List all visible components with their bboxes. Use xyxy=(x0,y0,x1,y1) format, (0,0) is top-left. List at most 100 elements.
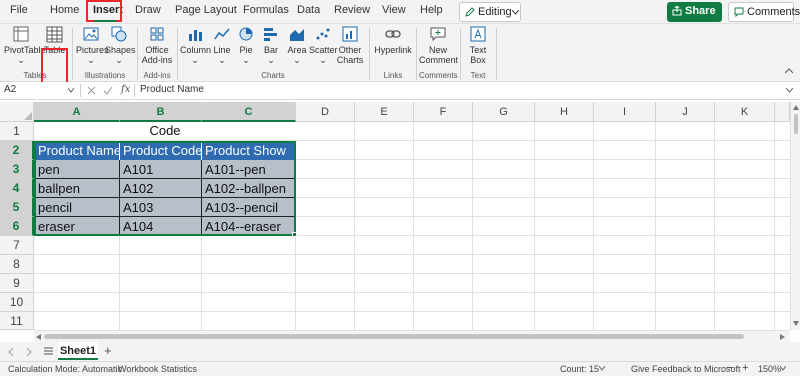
line-chart-button[interactable]: Line ⌄ xyxy=(210,24,234,68)
column-header-f[interactable]: F xyxy=(414,102,473,122)
shapes-button[interactable]: Shapes ⌄ xyxy=(105,24,136,68)
tab-file[interactable]: File xyxy=(10,4,28,16)
fill-handle[interactable] xyxy=(292,232,297,237)
other-charts-button[interactable]: Other Charts xyxy=(335,24,365,68)
table-cell[interactable]: pencil xyxy=(35,198,120,217)
text-box-button[interactable]: Text Box xyxy=(463,24,493,68)
vertical-scrollbar[interactable] xyxy=(790,102,800,330)
tab-help[interactable]: Help xyxy=(420,4,443,16)
cancel-icon[interactable] xyxy=(87,86,96,95)
zoom-in-button[interactable]: + xyxy=(742,362,748,374)
chevron-down-icon[interactable] xyxy=(786,88,793,93)
table-header-cell[interactable]: Product Code xyxy=(120,141,202,160)
chevron-left-icon[interactable] xyxy=(8,348,14,356)
sheet-tab-sheet1[interactable]: Sheet1 xyxy=(58,342,98,360)
row-header-9[interactable]: 9 xyxy=(0,274,34,293)
table-header-cell[interactable]: Product Name xyxy=(35,141,120,160)
hyperlink-button[interactable]: Hyperlink xyxy=(373,24,413,68)
tab-page-layout[interactable]: Page Layout xyxy=(175,4,237,16)
title-cell[interactable]: Code xyxy=(34,122,296,140)
table-cell[interactable]: A104 xyxy=(120,217,202,236)
row-header-6[interactable]: 6 xyxy=(0,217,34,236)
horizontal-scrollbar[interactable] xyxy=(34,330,790,342)
ribbon-separator xyxy=(177,28,178,80)
scroll-down-icon[interactable] xyxy=(793,321,799,326)
chevron-down-icon[interactable] xyxy=(599,366,605,371)
table-cell[interactable]: eraser xyxy=(35,217,120,236)
add-sheet-button[interactable]: + xyxy=(104,343,112,358)
table-cell[interactable]: A103 xyxy=(120,198,202,217)
share-button[interactable]: Share xyxy=(667,2,722,22)
row-header-3[interactable]: 3 xyxy=(0,160,34,179)
row-header-11[interactable]: 11 xyxy=(0,312,34,330)
column-header-b[interactable]: B xyxy=(120,102,202,122)
row-header-8[interactable]: 8 xyxy=(0,255,34,274)
tab-formulas[interactable]: Formulas xyxy=(243,4,289,16)
chevron-down-icon[interactable] xyxy=(780,366,786,371)
formula-input[interactable]: Product Name xyxy=(140,84,204,95)
shapes-label: Shapes xyxy=(105,45,136,55)
row-header-1[interactable]: 1 xyxy=(0,122,34,141)
workbook-statistics[interactable]: Workbook Statistics xyxy=(118,364,197,374)
collapse-ribbon-icon[interactable] xyxy=(785,68,793,74)
table-cell[interactable]: A101--pen xyxy=(202,160,295,179)
zoom-level[interactable]: 150% xyxy=(758,364,781,374)
select-all-corner[interactable] xyxy=(0,102,34,122)
table-cell[interactable]: pen xyxy=(35,160,120,179)
column-header-partial[interactable] xyxy=(775,102,790,122)
tab-data[interactable]: Data xyxy=(297,4,320,16)
column-header-c[interactable]: C xyxy=(202,102,296,122)
name-box[interactable]: A2 xyxy=(4,84,16,95)
scroll-left-icon[interactable] xyxy=(36,334,41,340)
chevron-down-icon[interactable] xyxy=(68,88,74,93)
row-header-10[interactable]: 10 xyxy=(0,293,34,312)
new-comment-button[interactable]: New Comment xyxy=(419,24,458,68)
row-header-7[interactable]: 7 xyxy=(0,236,34,255)
scroll-up-icon[interactable] xyxy=(793,105,799,110)
table-cell[interactable]: A102 xyxy=(120,179,202,198)
all-sheets-menu-icon[interactable] xyxy=(44,347,53,355)
comments-button[interactable]: Comments xyxy=(728,2,800,22)
bar-chart-button[interactable]: Bar ⌄ xyxy=(258,24,284,68)
zoom-out-button[interactable]: − xyxy=(726,362,732,374)
row-header-4[interactable]: 4 xyxy=(0,179,34,198)
table-cell[interactable]: A101 xyxy=(120,160,202,179)
column-header-j[interactable]: J xyxy=(656,102,715,122)
pictures-button[interactable]: Pictures ⌄ xyxy=(76,24,109,68)
table-cell[interactable]: A104--eraser xyxy=(202,217,295,236)
formula-separator xyxy=(80,84,81,97)
column-header-h[interactable]: H xyxy=(535,102,594,122)
gridline xyxy=(472,122,473,330)
column-chart-button[interactable]: Column ⌄ xyxy=(180,24,211,68)
pie-chart-button[interactable]: Pie ⌄ xyxy=(235,24,257,68)
table-header-cell[interactable]: Product Show xyxy=(202,141,295,160)
enter-check-icon[interactable] xyxy=(103,86,113,95)
table-cell[interactable]: A103--pencil xyxy=(202,198,295,217)
give-feedback-link[interactable]: Give Feedback to Microsoft xyxy=(631,364,741,374)
column-header-a[interactable]: A xyxy=(34,102,120,122)
row-header-2[interactable]: 2 xyxy=(0,141,34,160)
column-header-d[interactable]: D xyxy=(296,102,355,122)
insert-function-icon[interactable]: fx xyxy=(121,84,130,95)
scroll-right-icon[interactable] xyxy=(780,334,785,340)
column-header-i[interactable]: I xyxy=(594,102,656,122)
tab-review[interactable]: Review xyxy=(334,4,370,16)
office-addins-button[interactable]: Office Add-ins xyxy=(140,24,174,68)
calculation-mode[interactable]: Calculation Mode: Automatic xyxy=(8,364,122,374)
column-header-e[interactable]: E xyxy=(355,102,414,122)
editing-mode-button[interactable]: Editing xyxy=(459,2,521,22)
tab-draw[interactable]: Draw xyxy=(135,4,161,16)
horizontal-scroll-thumb[interactable] xyxy=(44,334,744,339)
tab-view[interactable]: View xyxy=(382,4,406,16)
area-chart-button[interactable]: Area ⌄ xyxy=(284,24,310,68)
table-cell[interactable]: ballpen xyxy=(35,179,120,198)
tab-home[interactable]: Home xyxy=(50,4,79,16)
row-header-5[interactable]: 5 xyxy=(0,198,34,217)
column-header-g[interactable]: G xyxy=(473,102,535,122)
table-cell[interactable]: A102--ballpen xyxy=(202,179,295,198)
chevron-right-icon[interactable] xyxy=(26,348,32,356)
pivottable-button[interactable]: PivotTable ⌄ xyxy=(4,24,46,68)
scatter-chart-button[interactable]: Scatter ⌄ xyxy=(309,24,338,68)
column-header-k[interactable]: K xyxy=(715,102,775,122)
vertical-scroll-thumb[interactable] xyxy=(794,114,798,134)
